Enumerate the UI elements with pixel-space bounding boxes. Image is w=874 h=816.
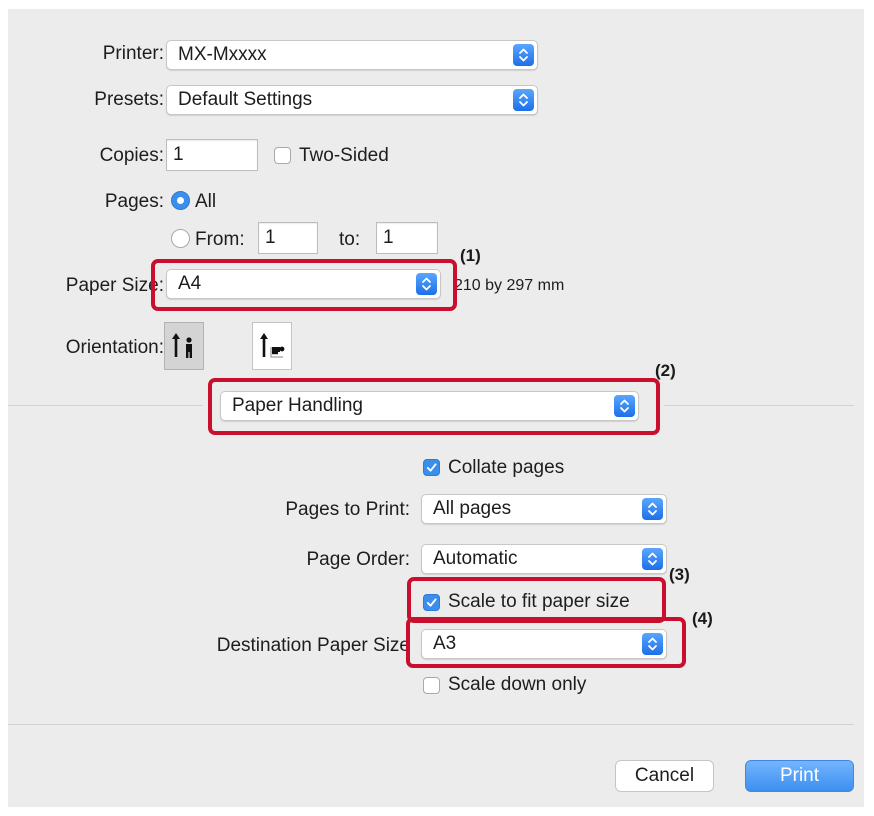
updown-arrows-icon [642,498,663,520]
paper-size-label: Paper Size: [65,275,164,296]
pages-to-print-value: All pages [433,498,512,519]
presets-select[interactable]: Default Settings [166,85,538,115]
copies-field[interactable]: 1 [166,139,258,171]
pages-to-label: to: [339,229,361,250]
page-order-select[interactable]: Automatic [421,544,667,574]
updown-arrows-icon [513,89,534,111]
print-dialog: Printer: MX-Mxxxx Presets: Default Setti… [8,9,864,807]
callout-label-1: (1) [460,246,481,265]
pages-to-field[interactable]: 1 [376,222,438,254]
updown-arrows-icon [513,44,534,66]
callout-box-4 [406,617,686,668]
separator-bottom [8,724,854,725]
orientation-portrait-button[interactable] [164,322,204,370]
page-order-label: Page Order: [306,549,411,570]
print-button[interactable]: Print [745,760,854,792]
two-sided-checkbox[interactable] [274,147,291,164]
presets-value: Default Settings [178,89,313,110]
pages-to-print-select[interactable]: All pages [421,494,667,524]
printer-value: MX-Mxxxx [178,44,267,65]
page-order-value: Automatic [433,548,518,569]
callout-box-1 [151,259,457,311]
scale-down-only-checkbox[interactable] [423,677,440,694]
copies-label: Copies: [99,145,164,166]
orientation-label: Orientation: [65,337,164,358]
callout-label-4: (4) [692,609,713,628]
two-sided-label: Two-Sided [299,145,389,166]
updown-arrows-icon [642,548,663,570]
pages-from-radio[interactable] [171,229,190,248]
scale-down-only-label: Scale down only [448,674,587,695]
pages-from-field[interactable]: 1 [258,222,318,254]
collate-label: Collate pages [448,457,565,478]
pages-from-label: From: [195,229,245,250]
pages-label: Pages: [104,191,164,212]
separator-left [8,405,203,406]
paper-dimensions-text: 210 by 297 mm [454,277,565,294]
collate-checkbox[interactable] [423,459,440,476]
cancel-button[interactable]: Cancel [615,760,714,792]
callout-box-2 [208,378,660,435]
orientation-landscape-button[interactable] [252,322,292,370]
printer-select[interactable]: MX-Mxxxx [166,40,538,70]
callout-label-2: (2) [655,361,676,380]
destination-paper-size-label: Destination Paper Size [216,635,410,656]
portrait-orientation-icon [172,333,192,358]
separator-right [664,405,854,406]
pages-to-print-label: Pages to Print: [285,499,410,520]
printer-label: Printer: [102,43,164,64]
callout-label-3: (3) [669,565,690,584]
presets-label: Presets: [94,89,164,110]
landscape-orientation-icon [260,333,285,358]
pages-all-radio[interactable] [171,191,190,210]
pages-all-label: All [195,191,217,212]
